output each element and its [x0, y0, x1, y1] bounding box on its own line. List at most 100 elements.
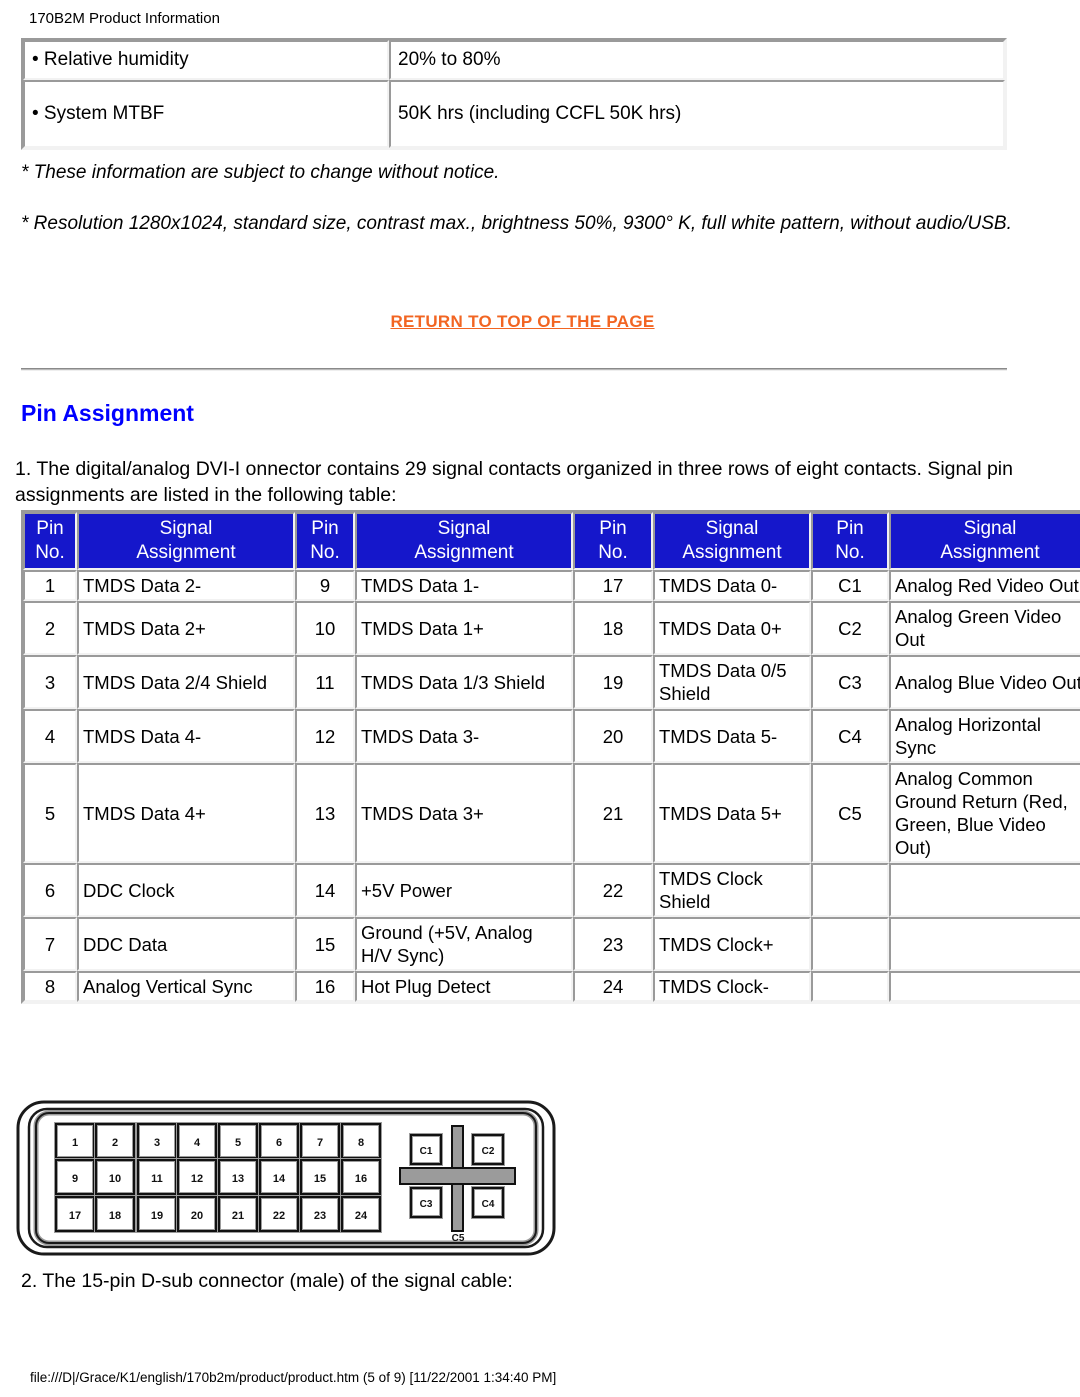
header-pin-no-4: Pin No.	[811, 512, 889, 570]
pin-number: C3	[811, 655, 889, 709]
c-pin-cell: C3	[409, 1186, 443, 1219]
header-signal-assignment-1: Signal Assignment	[77, 512, 295, 570]
table-row: 4 TMDS Data 4- 12 TMDS Data 3- 20 TMDS D…	[23, 709, 1080, 763]
spec-value: 20% to 80%	[389, 40, 1005, 80]
pin-number: C5	[811, 763, 889, 863]
pin-signal: TMDS Data 1-	[355, 570, 573, 601]
pin-cell: 5	[217, 1122, 259, 1160]
pin-cell: 15	[299, 1158, 341, 1196]
dvi-connector-illustration: 1 2 3 4 5 6 7 8 9 10 11 12 13 14 15 16 1…	[16, 1100, 556, 1256]
header-line: No.	[35, 542, 65, 563]
pin-signal: TMDS Data 2-	[77, 570, 295, 601]
pin-number: 20	[573, 709, 653, 763]
pin-number: 4	[23, 709, 77, 763]
pin-signal: TMDS Clock Shield	[653, 863, 811, 917]
pin-signal: Analog Vertical Sync	[77, 971, 295, 1002]
pin-grid-row-3: 17 18 19 20 21 22 23 24	[54, 1195, 382, 1233]
header-line: Pin	[36, 518, 64, 539]
header-line: Signal	[705, 518, 759, 539]
pin-signal-empty	[889, 971, 1080, 1002]
pin-grid-row-1: 1 2 3 4 5 6 7 8	[54, 1122, 382, 1160]
step-2-paragraph: 2. The 15-pin D-sub connector (male) of …	[21, 1270, 513, 1292]
pin-signal: Analog Horizontal Sync	[889, 709, 1080, 763]
pin-number: 11	[295, 655, 355, 709]
pin-number: 13	[295, 763, 355, 863]
pin-number: 8	[23, 971, 77, 1002]
pin-cell: 17	[54, 1195, 96, 1233]
pin-cell: 20	[176, 1195, 218, 1233]
table-row: 3 TMDS Data 2/4 Shield 11 TMDS Data 1/3 …	[23, 655, 1080, 709]
header-line: No.	[598, 542, 628, 563]
header-line: Assignment	[414, 542, 514, 563]
pin-number: 12	[295, 709, 355, 763]
svg-text:11: 11	[151, 1173, 163, 1185]
header-line: Pin	[599, 518, 627, 539]
pin-grid-row-2: 9 10 11 12 13 14 15 16	[54, 1158, 382, 1196]
pin-number: 15	[295, 917, 355, 971]
pin-signal: TMDS Data 2/4 Shield	[77, 655, 295, 709]
pin-cell: 1	[54, 1122, 96, 1160]
pin-number: 5	[23, 763, 77, 863]
svg-text:21: 21	[232, 1210, 244, 1222]
pin-number: 18	[573, 601, 653, 655]
svg-text:C3: C3	[420, 1199, 433, 1210]
header-line: No.	[835, 542, 865, 563]
table-row: 8 Analog Vertical Sync 16 Hot Plug Detec…	[23, 971, 1080, 1002]
header-pin-no-3: Pin No.	[573, 512, 653, 570]
pin-number: 16	[295, 971, 355, 1002]
header-line: Assignment	[682, 542, 782, 563]
svg-text:16: 16	[355, 1173, 367, 1185]
pin-signal: TMDS Data 1+	[355, 601, 573, 655]
c-pin-cell: C1	[409, 1133, 443, 1166]
header-signal-assignment-4: Signal Assignment	[889, 512, 1080, 570]
pin-signal: DDC Data	[77, 917, 295, 971]
pin-cell: 6	[258, 1122, 300, 1160]
pin-assignment-table: Pin No. Signal Assignment Pin No. Signal…	[21, 510, 1080, 1004]
svg-text:4: 4	[194, 1137, 201, 1149]
header-pin-no-2: Pin No.	[295, 512, 355, 570]
pin-signal: Ground (+5V, Analog H/V Sync)	[355, 917, 573, 971]
pin-cell: 18	[94, 1195, 136, 1233]
pin-signal: TMDS Data 2+	[77, 601, 295, 655]
return-to-top-link[interactable]: RETURN TO TOP OF THE PAGE	[390, 312, 654, 331]
pin-cell: 3	[136, 1122, 178, 1160]
svg-text:6: 6	[276, 1137, 282, 1149]
pin-number: 22	[573, 863, 653, 917]
pin-number: 10	[295, 601, 355, 655]
pin-signal: Analog Green Video Out	[889, 601, 1080, 655]
pin-signal: Analog Common Ground Return (Red, Green,…	[889, 763, 1080, 863]
pin-signal: TMDS Data 4-	[77, 709, 295, 763]
svg-text:18: 18	[109, 1210, 121, 1222]
note-change-notice: * These information are subject to chang…	[21, 162, 500, 183]
pin-grid: 1 2 3 4 5 6 7 8 9 10 11 12 13 14 15 16 1…	[54, 1122, 382, 1233]
svg-text:22: 22	[273, 1210, 285, 1222]
footer-path: file:///D|/Grace/K1/english/170b2m/produ…	[30, 1370, 557, 1385]
svg-text:1: 1	[72, 1137, 78, 1149]
pin-signal: TMDS Clock+	[653, 917, 811, 971]
header-signal-assignment-3: Signal Assignment	[653, 512, 811, 570]
svg-text:3: 3	[154, 1137, 160, 1149]
pin-number: 17	[573, 570, 653, 601]
pin-cell: 7	[299, 1122, 341, 1160]
header-line: Pin	[311, 518, 339, 539]
pin-signal: DDC Clock	[77, 863, 295, 917]
pin-cell: 16	[340, 1158, 382, 1196]
pin-cell: 10	[94, 1158, 136, 1196]
svg-text:23: 23	[314, 1210, 326, 1222]
svg-text:17: 17	[69, 1210, 81, 1222]
c-pin-cell: C2	[471, 1133, 505, 1166]
return-link-container: RETURN TO TOP OF THE PAGE	[0, 312, 1045, 332]
pin-number: 21	[573, 763, 653, 863]
pin-signal: Analog Blue Video Out	[889, 655, 1080, 709]
pin-number: 9	[295, 570, 355, 601]
svg-text:9: 9	[72, 1173, 78, 1185]
spec-value: 50K hrs (including CCFL 50K hrs)	[389, 80, 1005, 148]
table-row: • System MTBF 50K hrs (including CCFL 50…	[23, 80, 1005, 148]
pin-signal-empty	[889, 863, 1080, 917]
pin-signal: TMDS Data 0-	[653, 570, 811, 601]
svg-text:2: 2	[112, 1137, 118, 1149]
pin-cell: 9	[54, 1158, 96, 1196]
table-header-row: Pin No. Signal Assignment Pin No. Signal…	[23, 512, 1080, 570]
c5-label: C5	[452, 1233, 465, 1244]
pin-signal: TMDS Data 5-	[653, 709, 811, 763]
